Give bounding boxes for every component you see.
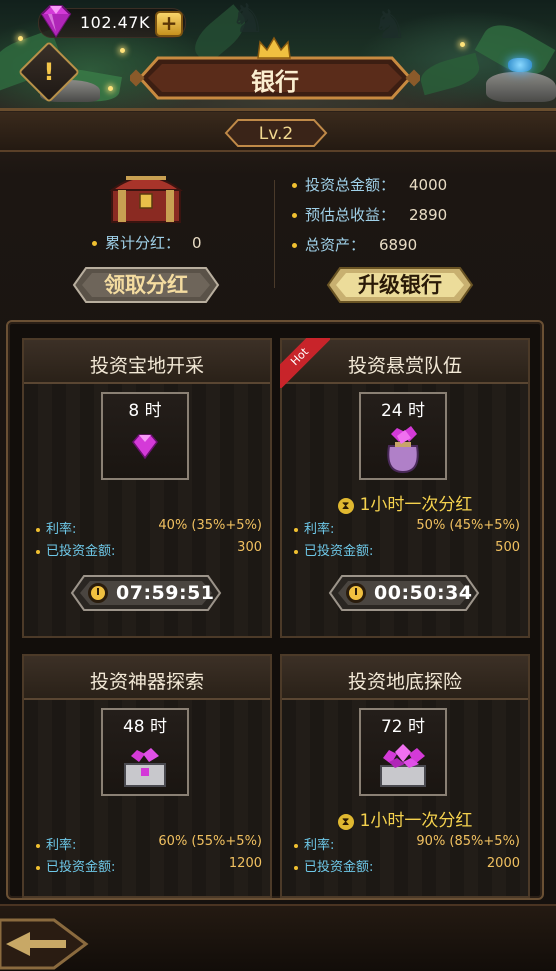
gem-icon bbox=[40, 5, 72, 38]
duration-label: 8 时 bbox=[128, 401, 162, 421]
back-arrow-icon[interactable] bbox=[0, 910, 90, 971]
card-item-slot[interactable]: 48 时 bbox=[101, 708, 189, 796]
investment-card-hot: 投资悬赏队伍 Hot 24 时 ⧗ 1小时一次分红 利率: 50% (45%+5%… bbox=[280, 338, 530, 638]
upgrade-bank-button[interactable]: 升级银行 bbox=[324, 265, 476, 305]
crown-icon bbox=[257, 36, 291, 59]
add-gems-button[interactable]: + bbox=[155, 11, 183, 37]
invested-row: 已投资金额: 300 bbox=[36, 540, 262, 559]
rate-row: 利率: 50% (45%+5%) bbox=[294, 518, 520, 537]
bank-level: Lv.2 bbox=[258, 124, 294, 144]
countdown-timer[interactable]: 07:59:51 bbox=[70, 574, 222, 612]
timer-text: 07:59:51 bbox=[116, 582, 215, 604]
hot-ribbon: Hot bbox=[280, 338, 330, 388]
countdown-timer[interactable]: 00:50:34 bbox=[328, 574, 480, 612]
timer-text: 00:50:34 bbox=[374, 582, 473, 604]
duration-label: 24 时 bbox=[380, 401, 426, 421]
card-title: 投资神器探索 bbox=[89, 671, 204, 693]
gem-chest-full-icon bbox=[380, 744, 426, 787]
total-assets: 总资产： 6890 bbox=[292, 234, 417, 255]
rate-row: 利率: 40% (35%+5%) bbox=[36, 518, 262, 537]
clock-icon bbox=[88, 583, 108, 603]
exclamation-icon: ! bbox=[43, 58, 55, 86]
divider bbox=[274, 180, 275, 288]
gem-icon bbox=[132, 434, 158, 460]
payout-frequency: ⧗ 1小时一次分红 bbox=[282, 490, 528, 515]
card-title: 投资宝地开采 bbox=[89, 355, 204, 377]
page-title: 银行 bbox=[251, 68, 299, 96]
gem-amount: 102.47K bbox=[80, 13, 150, 32]
investment-card: 投资地底探险 72 时 ⧗ 1小时一次分红 利率: 90% (85%+5%) 已投… bbox=[280, 654, 530, 898]
claim-dividend-button[interactable]: 领取分红 bbox=[70, 265, 222, 305]
duration-label: 48 时 bbox=[122, 717, 168, 737]
accumulated-dividend: 累计分红： 0 bbox=[92, 232, 202, 253]
hourglass-icon: ⧗ bbox=[337, 498, 354, 514]
investment-card: 投资神器探索 48 时 利率: 60% (55%+5%) 已投资金额: 1200 bbox=[22, 654, 272, 898]
treasure-chest-icon bbox=[109, 176, 183, 223]
duration-label: 72 时 bbox=[380, 717, 426, 737]
hourglass-icon: ⧗ bbox=[337, 814, 354, 830]
invested-row: 已投资金额: 1200 bbox=[36, 856, 262, 875]
card-item-slot[interactable]: 8 时 bbox=[101, 392, 189, 480]
rate-row: 利率: 60% (55%+5%) bbox=[36, 834, 262, 853]
invested-row: 已投资金额: 500 bbox=[294, 540, 520, 559]
card-title: 投资地底探险 bbox=[347, 671, 462, 693]
card-item-slot[interactable]: 24 时 bbox=[359, 392, 447, 480]
gem-chest-icon bbox=[124, 748, 166, 787]
payout-frequency: ⧗ 1小时一次分红 bbox=[282, 806, 528, 831]
gem-bag-icon bbox=[387, 426, 419, 474]
investment-card: 投资宝地开采 8 时 利率: 40% (35%+5%) 已投资金额: 300 0… bbox=[22, 338, 272, 638]
total-investment: 投资总金额： 4000 bbox=[292, 174, 447, 195]
clock-icon bbox=[346, 583, 366, 603]
card-item-slot[interactable]: 72 时 bbox=[359, 708, 447, 796]
invested-row: 已投资金额: 2000 bbox=[294, 856, 520, 875]
rate-row: 利率: 90% (85%+5%) bbox=[294, 834, 520, 853]
estimated-income: 预估总收益： 2890 bbox=[292, 204, 447, 225]
